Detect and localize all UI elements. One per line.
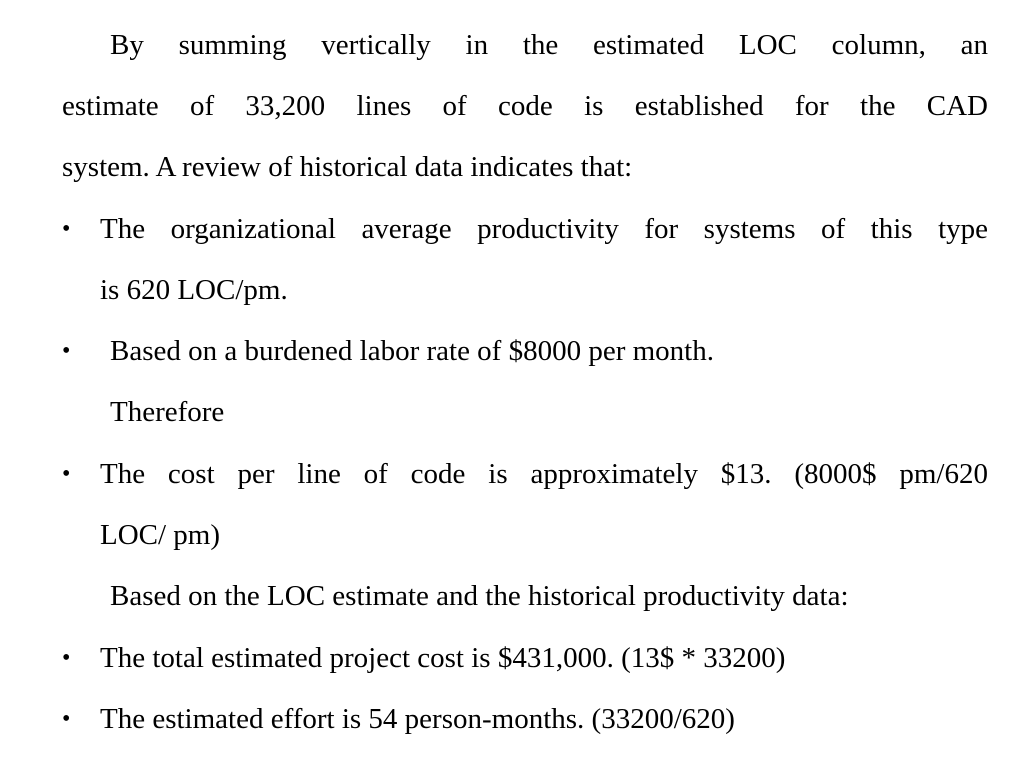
bullet-icon: • — [62, 461, 71, 487]
bullet-item-cost-per-line: The cost per line of code is approximate… — [100, 458, 988, 490]
bullet-item-cost-per-line-cont: LOC/ pm) — [100, 519, 221, 551]
bullet-icon: • — [62, 216, 71, 242]
bullet-item-labor-rate: Based on a burdened labor rate of $8000 … — [110, 335, 714, 367]
bullet-item-effort: The estimated effort is 54 person-months… — [100, 703, 735, 735]
bullet-icon: • — [62, 706, 71, 732]
paragraph-line: system. A review of historical data indi… — [62, 151, 633, 183]
therefore-text: Therefore — [110, 396, 225, 428]
based-on-text: Based on the LOC estimate and the histor… — [110, 580, 849, 612]
bullet-item-productivity-cont: is 620 LOC/pm. — [100, 274, 288, 306]
paragraph-line: By summing vertically in the estimated L… — [110, 29, 988, 61]
bullet-icon: • — [62, 338, 71, 364]
paragraph-line: estimate of 33,200 lines of code is esta… — [62, 90, 988, 122]
bullet-item-productivity: The organizational average productivity … — [100, 213, 988, 245]
bullet-icon: • — [62, 645, 71, 671]
bullet-item-total-cost: The total estimated project cost is $431… — [100, 642, 786, 674]
